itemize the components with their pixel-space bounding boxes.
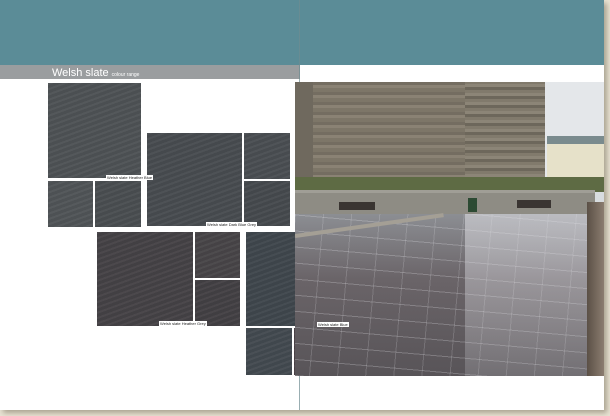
bench <box>517 200 551 208</box>
swatch-label: Welsh slate Heather Grey <box>159 321 207 326</box>
swatch-label: Welsh slate Heather Blue <box>106 175 154 180</box>
plaza-photo <box>295 82 604 376</box>
castle-wall <box>295 82 545 192</box>
swatch-dark-blue-grey-small <box>244 133 290 179</box>
swatch-blue-small <box>246 328 292 375</box>
page-title: Welsh slate colour range <box>52 66 140 79</box>
swatch-dark-blue-grey-small <box>244 181 290 226</box>
title-bar <box>0 65 300 79</box>
bin <box>468 198 477 212</box>
swatch-heather-blue-small <box>48 181 93 227</box>
castle-tower <box>465 82 545 192</box>
swatch-heather-grey-small <box>195 280 240 326</box>
swatch-dark-blue-grey-large <box>147 133 242 226</box>
swatch-heather-grey-small <box>195 232 240 278</box>
railing <box>587 202 604 376</box>
swatch-label: Welsh slate Dark Blue Grey <box>206 222 258 227</box>
catalogue-spread: Welsh slate colour range Welsh slate Heat… <box>0 0 604 410</box>
slate-paving <box>295 213 604 376</box>
bench <box>339 202 375 210</box>
header-band <box>0 0 604 65</box>
swatch-heather-blue-small <box>95 181 141 227</box>
swatch-label: Welsh slate Blue <box>317 322 349 327</box>
swatch-heather-blue-large <box>48 83 141 178</box>
page-title-text: Welsh slate <box>52 67 109 79</box>
swatch-heather-grey-large <box>97 232 193 326</box>
page-subtitle: colour range <box>111 72 140 78</box>
